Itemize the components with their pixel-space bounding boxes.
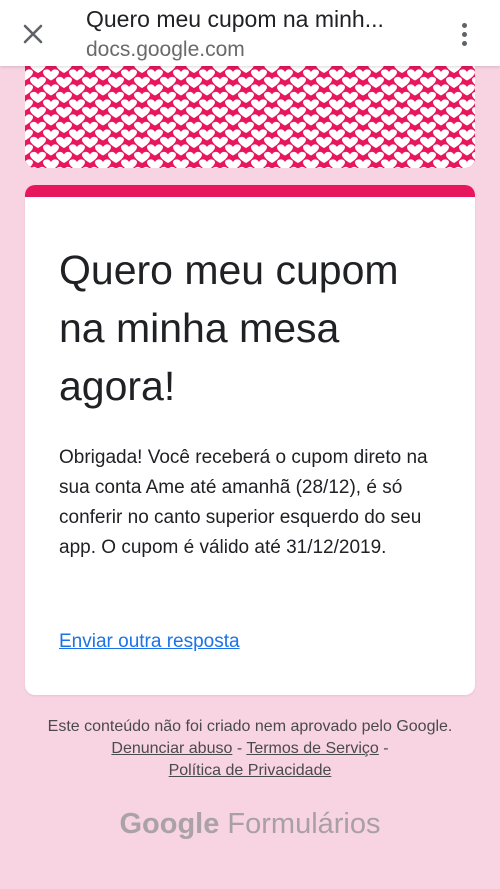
brand-product: Formulários: [227, 808, 381, 840]
footer-separator: -: [383, 740, 389, 757]
page-title: Quero meu cupom na minh...: [86, 6, 384, 32]
hearts-pattern: [25, 60, 475, 168]
privacy-policy-link[interactable]: Política de Privacidade: [169, 762, 332, 779]
confirmation-card: Quero meu cupom na minha mesa agora! Obr…: [25, 185, 475, 695]
close-button[interactable]: [16, 17, 50, 51]
card-accent-bar: [25, 185, 475, 197]
terms-of-service-link[interactable]: Termos de Serviço: [246, 740, 379, 757]
submit-another-response-link[interactable]: Enviar outra resposta: [59, 631, 240, 653]
report-abuse-link[interactable]: Denunciar abuso: [111, 740, 232, 757]
google-forms-logo[interactable]: Google Formulários: [0, 808, 500, 841]
more-vert-icon: [461, 22, 467, 28]
footer: Este conteúdo não foi criado nem aprovad…: [30, 716, 470, 782]
url-label: docs.google.com: [86, 38, 245, 61]
footer-disclaimer: Este conteúdo não foi criado nem aprovad…: [47, 718, 453, 735]
browser-toolbar: Quero meu cupom na minh... docs.google.c…: [0, 0, 500, 66]
confirmation-message: Obrigada! Você receberá o cupom direto n…: [59, 447, 428, 558]
form-header-image: [25, 60, 475, 168]
footer-separator: -: [236, 740, 243, 757]
more-menu-button[interactable]: [448, 16, 480, 52]
form-title: Quero meu cupom na minha mesa agora!: [59, 247, 399, 409]
brand-google: Google: [119, 808, 220, 840]
close-icon: [23, 24, 43, 44]
